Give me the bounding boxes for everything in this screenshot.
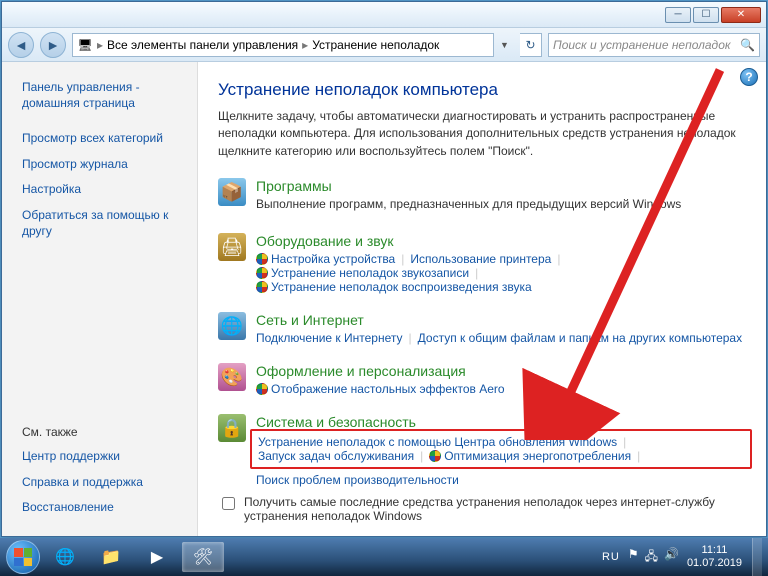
maximize-button[interactable]: ☐	[693, 7, 719, 23]
category-network: 🌐 Сеть и Интернет Подключение к Интернет…	[218, 312, 746, 345]
show-desktop-button[interactable]	[752, 538, 762, 576]
category-title-hardware[interactable]: Оборудование и звук	[256, 233, 746, 249]
taskbar: 🌐 📁 ▶ 🛠 RU ⚑ 🖧 🔊 11:11 01.07.2019	[0, 538, 768, 576]
link-use-printer[interactable]: Использование принтера	[410, 252, 551, 266]
search-placeholder: Поиск и устранение неполадок	[553, 38, 731, 52]
network-tray-icon[interactable]: 🖧	[645, 547, 658, 568]
personalization-icon: 🎨	[218, 363, 246, 391]
link-audio-playback[interactable]: Устранение неполадок воспроизведения зву…	[256, 280, 532, 294]
online-troubleshoot-label: Получить самые последние средства устран…	[244, 495, 746, 523]
link-aero-effects[interactable]: Отображение настольных эффектов Aero	[256, 382, 505, 396]
security-icon: 🔒	[218, 414, 246, 442]
breadcrumb-item-all[interactable]: Все элементы панели управления	[107, 38, 298, 52]
breadcrumb-dropdown-button[interactable]: ▼	[500, 40, 514, 50]
search-input[interactable]: Поиск и устранение неполадок 🔍	[548, 33, 760, 57]
taskbar-ie[interactable]: 🌐	[44, 542, 86, 572]
help-icon[interactable]: ?	[740, 68, 758, 86]
sidebar: Панель управления - домашняя страница Пр…	[2, 62, 198, 536]
link-configure-device[interactable]: Настройка устройства	[256, 252, 395, 266]
category-personalization: 🎨 Оформление и персонализация Отображени…	[218, 363, 746, 396]
flag-tray-icon[interactable]: ⚑	[628, 547, 639, 568]
page-title: Устранение неполадок компьютера	[218, 80, 746, 100]
breadcrumb[interactable]: 🖥 ▸ Все элементы панели управления ▸ Уст…	[72, 33, 494, 57]
minimize-button[interactable]: ─	[665, 7, 691, 23]
annotation-highlight: Устранение неполадок с помощью Центра об…	[250, 429, 752, 469]
system-tray: RU ⚑ 🖧 🔊 11:11 01.07.2019	[602, 544, 742, 569]
sidebar-link-friend-help[interactable]: Обратиться за помощью к другу	[22, 208, 187, 239]
shield-icon	[256, 267, 268, 279]
sidebar-link-all-categories[interactable]: Просмотр всех категорий	[22, 131, 187, 147]
clock-time: 11:11	[687, 544, 742, 557]
programs-subtext[interactable]: Выполнение программ, предназначенных для…	[256, 197, 746, 211]
taskbar-explorer[interactable]: 📁	[90, 542, 132, 572]
link-windows-update-troubleshoot[interactable]: Устранение неполадок с помощью Центра об…	[258, 435, 617, 449]
volume-tray-icon[interactable]: 🔊	[664, 547, 679, 568]
chevron-right-icon: ▸	[97, 38, 103, 52]
category-programs: 📦 Программы Выполнение программ, предназ…	[218, 178, 746, 215]
shield-icon	[429, 450, 441, 462]
category-title-security[interactable]: Система и безопасность	[256, 414, 746, 430]
clock-date: 01.07.2019	[687, 557, 742, 570]
sidebar-link-help[interactable]: Справка и поддержка	[22, 475, 187, 491]
nav-back-button[interactable]: ◄	[8, 32, 34, 58]
shield-icon	[256, 383, 268, 395]
taskbar-control-panel[interactable]: 🛠	[182, 542, 224, 572]
sidebar-link-history[interactable]: Просмотр журнала	[22, 157, 187, 173]
programs-icon: 📦	[218, 178, 246, 206]
sidebar-link-action-center[interactable]: Центр поддержки	[22, 449, 187, 465]
tray-icons[interactable]: ⚑ 🖧 🔊	[628, 547, 679, 568]
link-power-optimize[interactable]: Оптимизация энергопотребления	[429, 449, 631, 463]
control-panel-window: ─ ☐ ✕ ◄ ► 🖥 ▸ Все элементы панели управл…	[1, 1, 767, 537]
close-button[interactable]: ✕	[721, 7, 761, 23]
input-language[interactable]: RU	[602, 551, 620, 563]
category-title-network[interactable]: Сеть и Интернет	[256, 312, 746, 328]
shield-icon	[256, 253, 268, 265]
category-title-programs[interactable]: Программы	[256, 178, 746, 194]
page-intro: Щелкните задачу, чтобы автоматически диа…	[218, 108, 746, 160]
link-maintenance-tasks[interactable]: Запуск задач обслуживания	[258, 449, 414, 463]
online-troubleshoot-toggle[interactable]: Получить самые последние средства устран…	[218, 495, 746, 523]
network-icon: 🌐	[218, 312, 246, 340]
window-titlebar: ─ ☐ ✕	[2, 2, 766, 28]
refresh-button[interactable]: ↻	[520, 33, 542, 57]
taskbar-clock[interactable]: 11:11 01.07.2019	[687, 544, 742, 569]
content-area: Панель управления - домашняя страница Пр…	[2, 62, 766, 536]
category-hardware: 🖨 Оборудование и звук Настройка устройст…	[218, 233, 746, 294]
sidebar-link-recovery[interactable]: Восстановление	[22, 500, 187, 516]
link-internet-connect[interactable]: Подключение к Интернету	[256, 331, 403, 345]
windows-logo-icon	[14, 548, 32, 566]
nav-forward-button[interactable]: ►	[40, 32, 66, 58]
main-panel: ? Устранение неполадок компьютера Щелкни…	[198, 62, 766, 536]
shield-icon	[256, 281, 268, 293]
link-performance-problems[interactable]: Поиск проблем производительности	[256, 473, 459, 487]
online-troubleshoot-checkbox[interactable]	[222, 497, 235, 510]
breadcrumb-item-troubleshoot[interactable]: Устранение неполадок	[312, 38, 439, 52]
link-audio-recording[interactable]: Устранение неполадок звукозаписи	[256, 266, 469, 280]
link-shared-access[interactable]: Доступ к общим файлам и папкам на других…	[418, 331, 742, 345]
sidebar-link-settings[interactable]: Настройка	[22, 182, 187, 198]
hardware-icon: 🖨	[218, 233, 246, 261]
category-title-personalization[interactable]: Оформление и персонализация	[256, 363, 746, 379]
control-panel-icon: 🖥	[77, 37, 93, 53]
category-security: 🔒 Система и безопасность Устранение непо…	[218, 414, 746, 487]
start-button[interactable]	[6, 540, 40, 574]
sidebar-see-also-header: См. также	[22, 425, 187, 439]
taskbar-media-player[interactable]: ▶	[136, 542, 178, 572]
chevron-right-icon: ▸	[302, 38, 308, 52]
search-icon: 🔍	[740, 38, 755, 52]
sidebar-link-home[interactable]: Панель управления - домашняя страница	[22, 80, 187, 111]
address-bar: ◄ ► 🖥 ▸ Все элементы панели управления ▸…	[2, 28, 766, 62]
